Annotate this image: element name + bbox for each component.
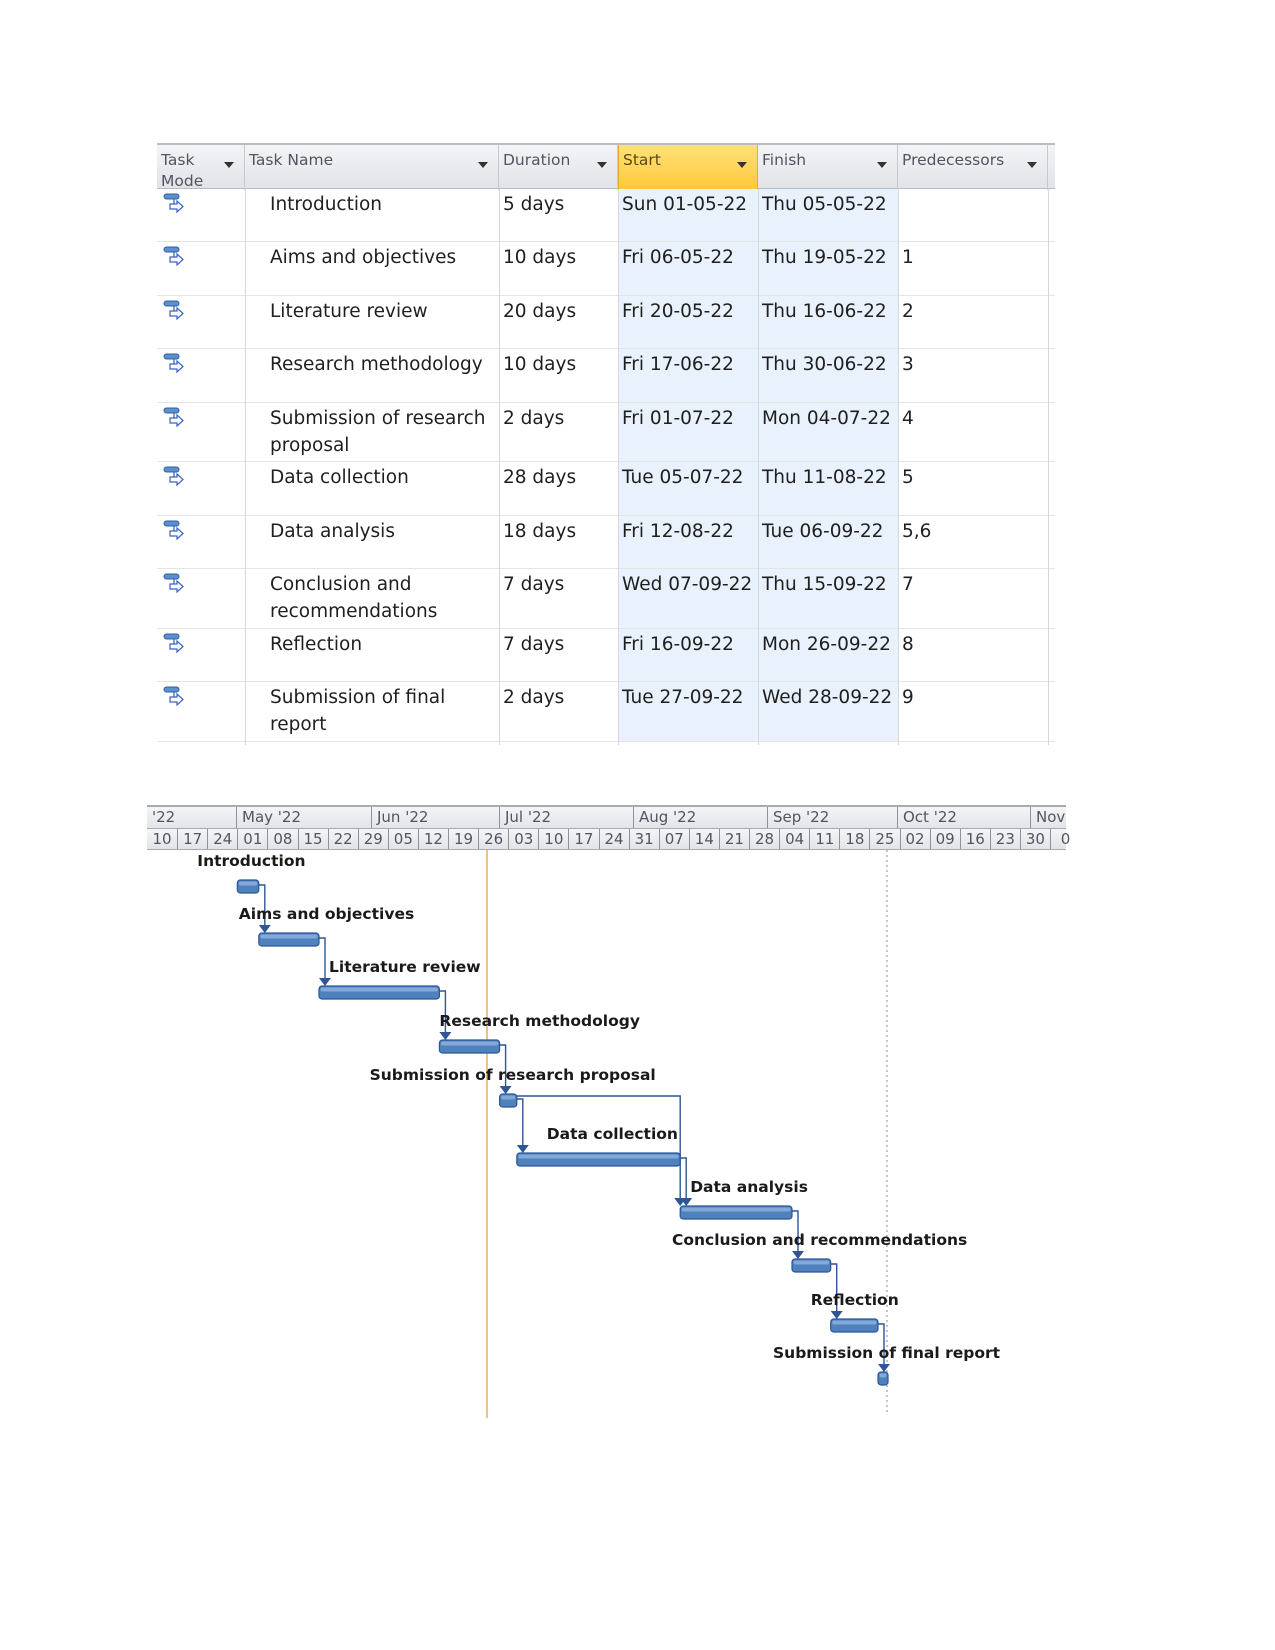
dependency-link bbox=[516, 1098, 524, 1145]
task-bar-label: Aims and objectives bbox=[238, 905, 415, 923]
dependency-arrow-icon bbox=[830, 1311, 843, 1319]
task-bar-label: Research methodology bbox=[439, 1012, 640, 1030]
task-bar-label: Submission of final report bbox=[773, 1344, 1001, 1362]
dependency-arrow-icon bbox=[258, 925, 271, 933]
dependency-arrow-icon bbox=[792, 1251, 804, 1259]
task-bar-highlight[interactable] bbox=[518, 1154, 679, 1159]
task-bar-highlight[interactable] bbox=[501, 1095, 516, 1100]
task-bar-label: Literature review bbox=[329, 958, 481, 976]
dependency-link bbox=[319, 937, 326, 978]
task-bar-highlight[interactable] bbox=[832, 1320, 877, 1325]
task-bar-label: Data analysis bbox=[690, 1178, 808, 1196]
dependency-arrow-icon bbox=[878, 1364, 890, 1372]
dependency-link bbox=[680, 1157, 687, 1198]
task-bar-highlight[interactable] bbox=[238, 881, 258, 886]
dependency-arrow-icon bbox=[499, 1086, 512, 1094]
task-bar-highlight[interactable] bbox=[320, 987, 438, 992]
dependency-arrow-icon bbox=[516, 1145, 529, 1153]
gantt-bars-area bbox=[236, 850, 890, 1418]
dependency-arrow-icon bbox=[319, 978, 331, 986]
task-bar-highlight[interactable] bbox=[260, 934, 318, 939]
dependency-link bbox=[516, 1095, 681, 1198]
task-bar-label: Introduction bbox=[197, 852, 306, 870]
task-bar-highlight[interactable] bbox=[440, 1041, 499, 1046]
task-bar-highlight[interactable] bbox=[879, 1373, 887, 1378]
task-bar-highlight[interactable] bbox=[681, 1207, 791, 1212]
task-bar-label: Data collection bbox=[546, 1125, 678, 1143]
dependency-arrow-icon bbox=[439, 1032, 452, 1040]
task-bar-label: Submission of research proposal bbox=[369, 1066, 656, 1084]
task-bar-label: Conclusion and recommendations bbox=[672, 1231, 968, 1249]
task-bar-highlight[interactable] bbox=[793, 1260, 830, 1265]
task-bar-label: Reflection bbox=[810, 1291, 899, 1309]
gantt-chart: '22 May '22 Jun '22 Jul '22 Aug '22 Sep '22 Oc… bbox=[0, 0, 1275, 1650]
